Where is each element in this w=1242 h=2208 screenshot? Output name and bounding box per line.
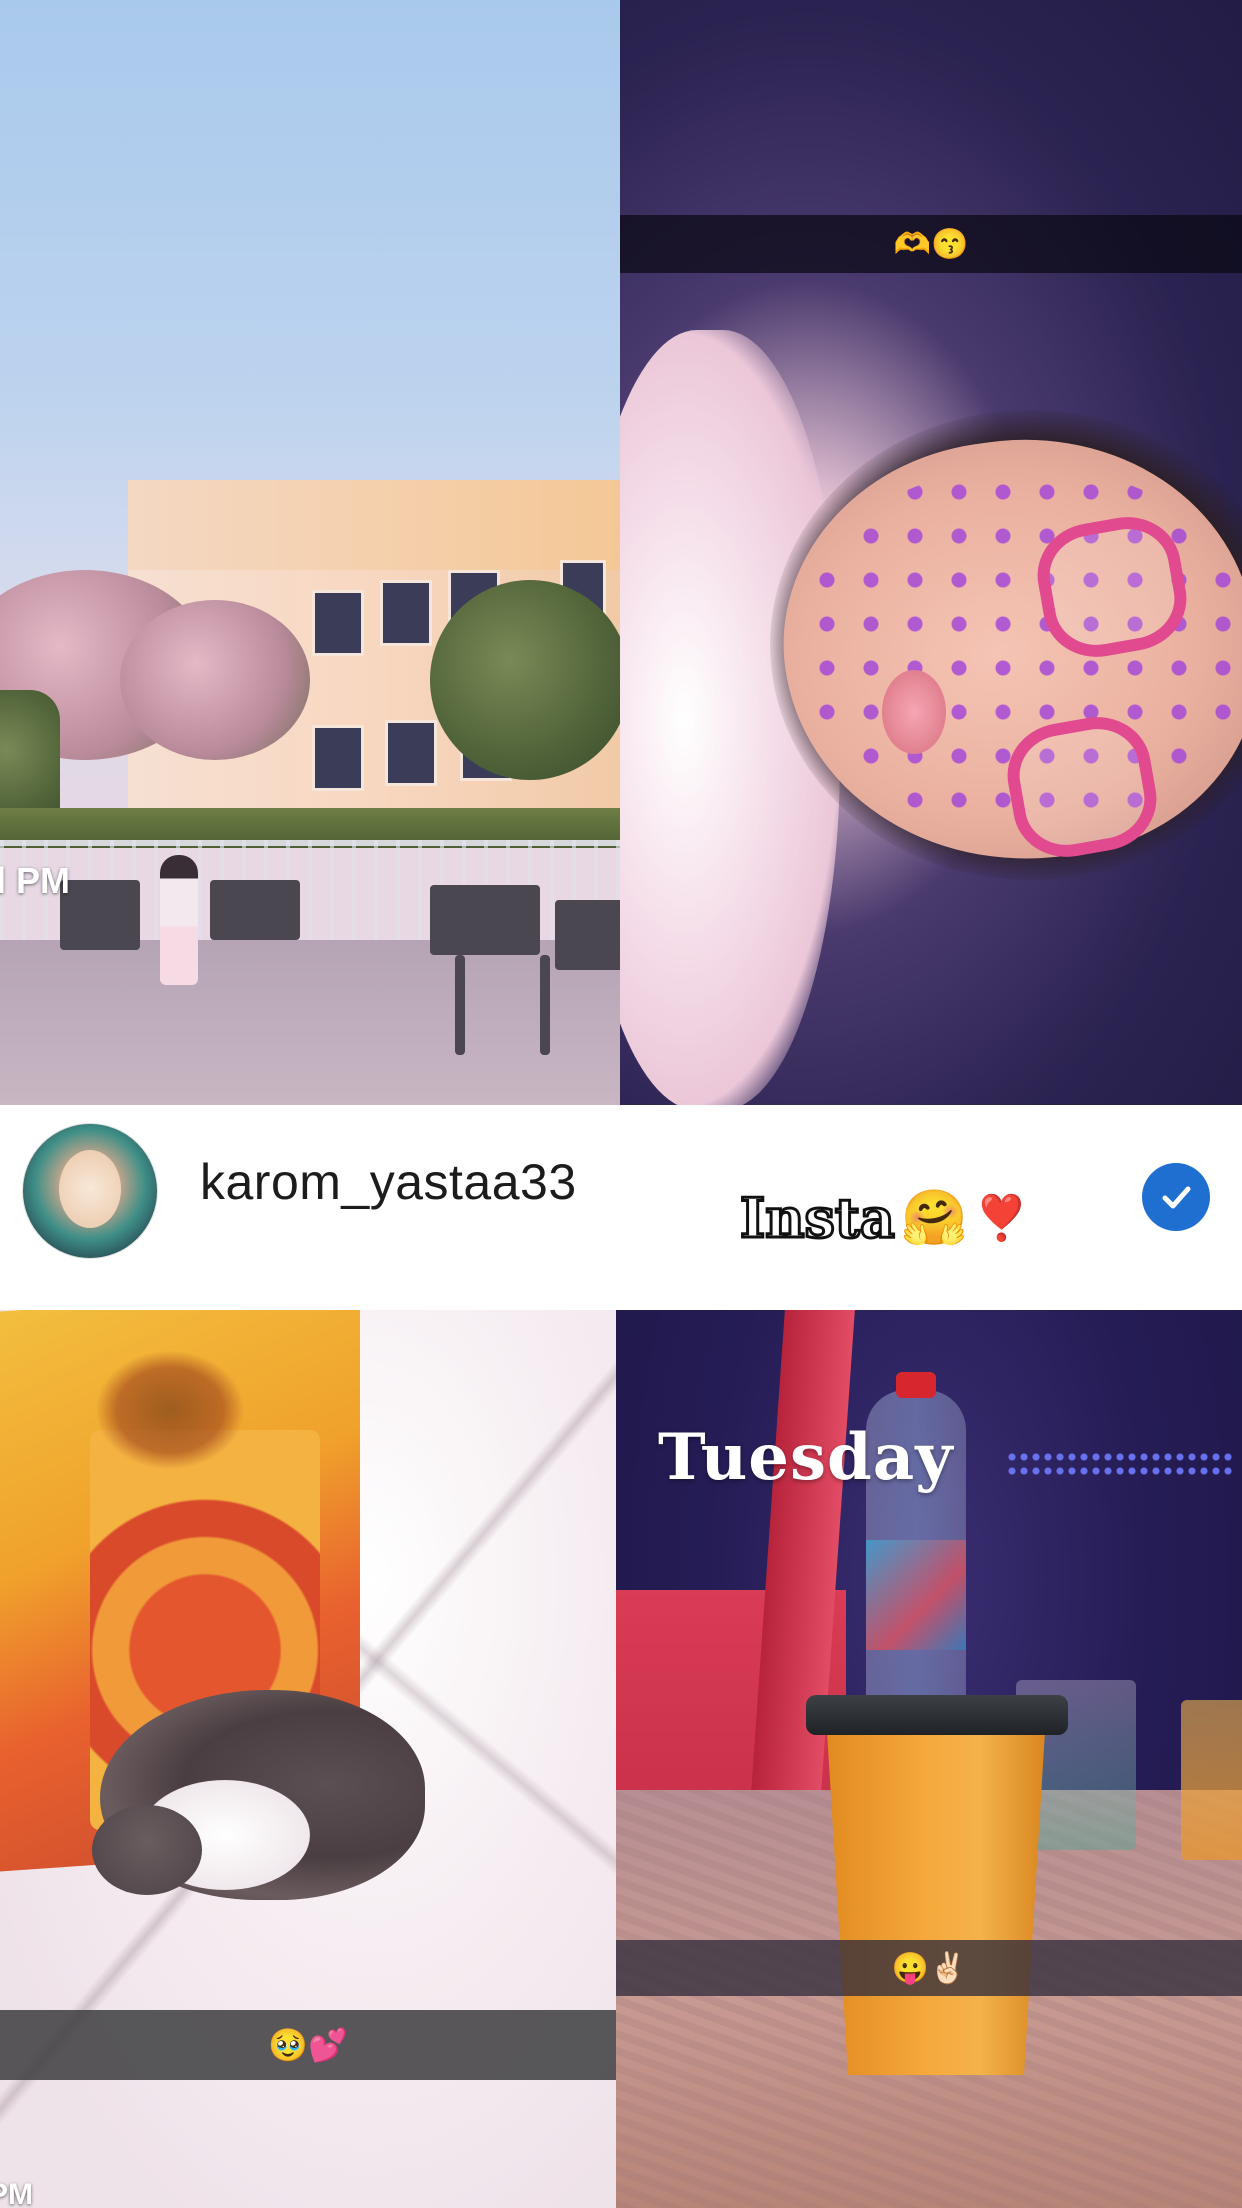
terrace-floor	[0, 940, 620, 1105]
photo-courtyard[interactable]: ll PM	[0, 0, 620, 1105]
bottle-cap	[896, 1372, 936, 1398]
bottle-label	[866, 1540, 966, 1650]
avatar-face	[59, 1150, 121, 1228]
chair	[60, 880, 140, 950]
caption-bar: 😛✌🏻	[616, 1940, 1242, 1996]
chair-leg	[540, 955, 550, 1055]
caption-emojis: 😛✌🏻	[891, 1951, 967, 1985]
checkmark-icon	[1162, 1186, 1191, 1209]
child-figure	[160, 855, 198, 985]
day-label: Tuesday	[658, 1420, 954, 1495]
time-overlay: ll PM	[0, 860, 71, 901]
caption-emojis: 🥹💕	[268, 2027, 348, 2063]
building-roof	[128, 480, 620, 570]
corner-time-text: PM	[0, 2178, 33, 2208]
caption-bar: 🥹💕	[0, 2010, 616, 2080]
tree	[430, 580, 620, 780]
username[interactable]: karom_yastaa33	[200, 1153, 577, 1211]
window	[312, 725, 364, 791]
chair	[210, 880, 300, 940]
cat-head	[92, 1805, 202, 1895]
lips	[882, 670, 946, 754]
caption-bar: 🫶😙	[620, 215, 1242, 273]
window	[385, 720, 437, 786]
string-lights	[1006, 1450, 1236, 1480]
hug-emoji: 🤗	[900, 1185, 969, 1249]
glass	[1181, 1700, 1242, 1860]
profile-avatar[interactable]	[22, 1123, 158, 1259]
window	[380, 580, 432, 646]
window	[312, 590, 364, 656]
caption-title: Insta 🤗 ❣️	[739, 1184, 1029, 1251]
story-collage: ll PM 🫶😙 karom_yastaa33 Insta 🤗 ❣️	[0, 0, 1242, 2208]
photo-selfie[interactable]: 🫶😙	[620, 0, 1242, 1105]
flowering-tree	[120, 600, 310, 760]
cup-lid	[806, 1695, 1068, 1735]
photo-drink[interactable]: Tuesday 😛✌🏻	[616, 1310, 1242, 2208]
juice-cup	[826, 1715, 1046, 2075]
check-badge-icon[interactable]	[1142, 1163, 1210, 1231]
heart-emoji: ❣️	[974, 1192, 1029, 1244]
caption-emojis: 🫶😙	[893, 227, 969, 261]
snack-box-logo	[95, 1350, 245, 1470]
chair	[430, 885, 540, 955]
chair-leg	[455, 955, 465, 1055]
post-header: karom_yastaa33 Insta 🤗 ❣️	[0, 1105, 1242, 1312]
photo-cat[interactable]: 🥹💕 PM	[0, 1310, 616, 2208]
chair	[555, 900, 620, 970]
caption-text: Insta	[739, 1184, 897, 1251]
